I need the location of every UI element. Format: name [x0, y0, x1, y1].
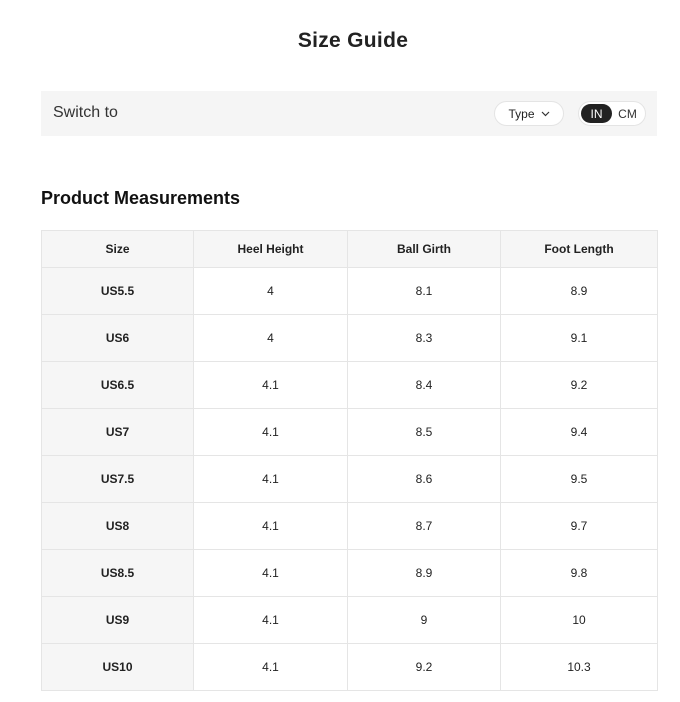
- table-header-row: Size Heel Height Ball Girth Foot Length: [41, 230, 658, 268]
- column-header-ball-girth: Ball Girth: [347, 230, 501, 268]
- ball-girth-cell: 9.2: [347, 643, 501, 691]
- heel-height-cell: 4: [193, 267, 348, 315]
- foot-length-cell: 9.1: [500, 314, 658, 362]
- column-header-heel-height: Heel Height: [193, 230, 348, 268]
- unit-option-cm[interactable]: CM: [612, 104, 643, 123]
- size-cell: US5.5: [41, 267, 194, 315]
- switch-label: Switch to: [53, 104, 118, 121]
- heel-height-cell: 4.1: [193, 596, 348, 644]
- ball-girth-cell: 8.4: [347, 361, 501, 409]
- size-cell: US8.5: [41, 549, 194, 597]
- size-cell: US8: [41, 502, 194, 550]
- foot-length-cell: 10.3: [500, 643, 658, 691]
- ball-girth-cell: 8.7: [347, 502, 501, 550]
- column-header-size: Size: [41, 230, 194, 268]
- table-row: US6 4 8.3 9.1: [41, 314, 658, 362]
- foot-length-cell: 9.4: [500, 408, 658, 456]
- chevron-down-icon: [541, 111, 550, 117]
- heel-height-cell: 4.1: [193, 408, 348, 456]
- foot-length-cell: 8.9: [500, 267, 658, 315]
- heel-height-cell: 4.1: [193, 455, 348, 503]
- unit-option-in[interactable]: IN: [581, 104, 612, 123]
- size-cell: US6.5: [41, 361, 194, 409]
- heel-height-cell: 4.1: [193, 549, 348, 597]
- ball-girth-cell: 8.3: [347, 314, 501, 362]
- table-row: US5.5 4 8.1 8.9: [41, 267, 658, 315]
- ball-girth-cell: 9: [347, 596, 501, 644]
- table-row: US8 4.1 8.7 9.7: [41, 502, 658, 550]
- type-dropdown-label: Type: [508, 106, 535, 121]
- table-row: US8.5 4.1 8.9 9.8: [41, 549, 658, 597]
- heel-height-cell: 4.1: [193, 361, 348, 409]
- switch-bar: Switch to Type IN CM: [41, 91, 657, 136]
- foot-length-cell: 9.2: [500, 361, 658, 409]
- size-cell: US7.5: [41, 455, 194, 503]
- size-cell: US6: [41, 314, 194, 362]
- size-cell: US10: [41, 643, 194, 691]
- table-row: US7.5 4.1 8.6 9.5: [41, 455, 658, 503]
- size-guide-page: Size Guide Switch to Type IN CM Product …: [0, 0, 680, 702]
- size-cell: US9: [41, 596, 194, 644]
- table-row: US6.5 4.1 8.4 9.2: [41, 361, 658, 409]
- foot-length-cell: 9.8: [500, 549, 658, 597]
- column-header-foot-length: Foot Length: [500, 230, 658, 268]
- foot-length-cell: 9.7: [500, 502, 658, 550]
- heel-height-cell: 4.1: [193, 502, 348, 550]
- size-cell: US7: [41, 408, 194, 456]
- section-title: Product Measurements: [41, 188, 241, 208]
- table-row: US9 4.1 9 10: [41, 596, 658, 644]
- ball-girth-cell: 8.9: [347, 549, 501, 597]
- type-dropdown[interactable]: Type: [494, 101, 564, 126]
- page-title: Size Guide: [297, 29, 409, 52]
- heel-height-cell: 4.1: [193, 643, 348, 691]
- foot-length-cell: 9.5: [500, 455, 658, 503]
- ball-girth-cell: 8.5: [347, 408, 501, 456]
- ball-girth-cell: 8.6: [347, 455, 501, 503]
- ball-girth-cell: 8.1: [347, 267, 501, 315]
- table-row: US10 4.1 9.2 10.3: [41, 643, 658, 691]
- table-row: US7 4.1 8.5 9.4: [41, 408, 658, 456]
- unit-toggle: IN CM: [578, 101, 646, 126]
- heel-height-cell: 4: [193, 314, 348, 362]
- measurements-table: Size Heel Height Ball Girth Foot Length …: [41, 230, 658, 691]
- foot-length-cell: 10: [500, 596, 658, 644]
